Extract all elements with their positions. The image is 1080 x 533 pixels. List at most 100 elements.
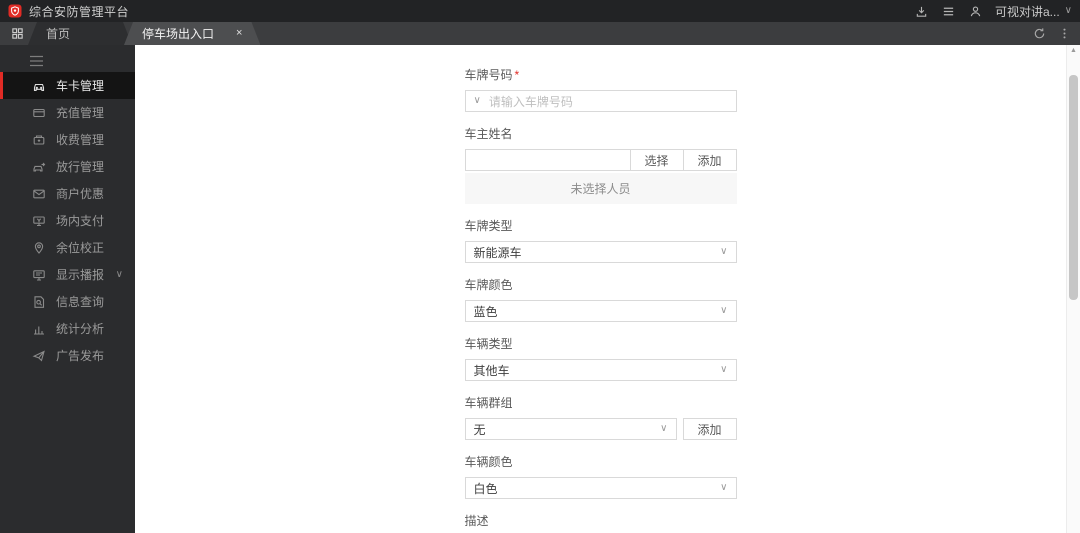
chevron-down-icon: ∨: [720, 482, 728, 493]
refresh-icon[interactable]: [1032, 26, 1047, 41]
vehicle-group-value: 无: [473, 422, 486, 437]
vehicle-group-add-button[interactable]: 添加: [682, 418, 737, 440]
info-query-icon: [32, 295, 46, 309]
sidebar-item-release-management[interactable]: 放行管理: [0, 153, 135, 180]
payment-icon: [32, 214, 46, 228]
user-menu[interactable]: 可视对讲a... ∨: [995, 3, 1072, 20]
plate-number-input[interactable]: ∨ 请输入车牌号码: [464, 90, 737, 112]
location-pin-icon: [32, 241, 46, 255]
recharge-card-icon: [32, 106, 46, 120]
display-icon: [32, 268, 46, 282]
chevron-down-icon: ∨: [720, 364, 728, 375]
chevron-down-icon: ∨: [1064, 5, 1072, 16]
tab-home[interactable]: 首页: [28, 22, 132, 45]
required-asterisk: *: [514, 68, 520, 82]
collapse-menu-icon[interactable]: [0, 51, 135, 71]
tab-parking-entrance[interactable]: 停车场出入口 ×: [124, 22, 260, 45]
scrollbar-thumb[interactable]: [1069, 75, 1078, 300]
vehicle-color-group: 车辆颜色 白色 ∨: [464, 453, 737, 499]
sidebar-item-info-query[interactable]: 信息查询: [0, 288, 135, 315]
app-title: 综合安防管理平台: [29, 4, 130, 19]
bar-chart-icon: [32, 322, 46, 336]
plate-number-group: 车牌号码 * ∨ 请输入车牌号码: [464, 66, 737, 112]
owner-name-input[interactable]: [464, 149, 631, 171]
sidebar-item-display-broadcast[interactable]: 显示播报 ∨: [0, 261, 135, 288]
grid-icon[interactable]: [0, 22, 34, 45]
chevron-down-icon[interactable]: ∨: [474, 96, 481, 106]
plate-color-value: 蓝色: [473, 304, 498, 319]
scroll-up-arrow-icon[interactable]: ▲: [1067, 47, 1080, 54]
vehicle-group-select[interactable]: 无 ∨: [464, 418, 677, 440]
vehicle-type-group: 车辆类型 其他车 ∨: [464, 335, 737, 381]
owner-add-button[interactable]: 添加: [682, 149, 737, 171]
plate-number-label: 车牌号码 *: [464, 68, 520, 82]
user-label: 可视对讲a...: [994, 4, 1060, 19]
description-label: 描述: [464, 514, 489, 528]
sidebar-menu: 车卡管理充值管理收费管理放行管理商户优惠场内支付余位校正显示播报 ∨ 信息查询统计分…: [0, 72, 135, 369]
sidebar-item-label: 充值管理: [56, 106, 105, 120]
vehicle-type-value: 其他车: [473, 363, 510, 378]
app-logo-icon: [8, 4, 22, 18]
vehicle-type-select[interactable]: 其他车 ∨: [464, 359, 737, 381]
no-person-selected-note: 未选择人员: [464, 173, 737, 204]
sidebar-item-vehicle-card-management[interactable]: 车卡管理: [0, 72, 135, 99]
plate-number-placeholder: 请输入车牌号码: [488, 94, 573, 109]
sidebar-item-label: 商户优惠: [56, 187, 105, 201]
sidebar-item-label: 统计分析: [56, 322, 105, 336]
tab-home-label: 首页: [46, 27, 71, 41]
tab-parking-entrance-label: 停车场出入口: [142, 27, 215, 41]
plate-color-label: 车牌颜色: [464, 278, 513, 292]
plate-type-group: 车牌类型 新能源车 ∨: [464, 217, 737, 263]
description-group: 描述: [465, 512, 737, 533]
kebab-menu-icon[interactable]: [1057, 26, 1072, 41]
download-icon[interactable]: [914, 4, 929, 19]
plate-color-group: 车牌颜色 蓝色 ∨: [464, 276, 737, 322]
chevron-down-icon: ∨: [720, 246, 728, 257]
sidebar-item-label: 场内支付: [56, 214, 105, 228]
vehicle-group-group: 车辆群组 无 ∨ 添加: [464, 394, 737, 440]
sidebar-item-label: 显示播报: [56, 268, 105, 282]
chevron-down-icon: ∨: [660, 423, 668, 434]
owner-select-button[interactable]: 选择: [629, 149, 684, 171]
top-bar: 综合安防管理平台 可视对讲a... ∨: [0, 0, 1080, 22]
car-card-icon: [32, 79, 46, 93]
sidebar-item-label: 广告发布: [56, 349, 105, 363]
vehicle-type-label: 车辆类型: [464, 337, 513, 351]
owner-name-label: 车主姓名: [464, 127, 513, 141]
tab-bar: 首页 停车场出入口 ×: [0, 22, 1080, 45]
sidebar-item-recharge-management[interactable]: 充值管理: [0, 99, 135, 126]
sidebar-item-label: 车卡管理: [56, 79, 105, 93]
sidebar-item-ad-publish[interactable]: 广告发布: [0, 342, 135, 369]
person-icon[interactable]: [968, 4, 983, 19]
sidebar-item-label: 信息查询: [56, 295, 105, 309]
sidebar-item-label: 放行管理: [56, 160, 105, 174]
plate-type-value: 新能源车: [473, 245, 522, 260]
sidebar: 车卡管理充值管理收费管理放行管理商户优惠场内支付余位校正显示播报 ∨ 信息查询统计分…: [0, 45, 135, 533]
vehicle-form: 车牌号码 * ∨ 请输入车牌号码 车主姓名 选择 添加 未选择人员 车牌类型 新…: [464, 66, 737, 533]
plate-type-label: 车牌类型: [464, 219, 513, 233]
vehicle-group-label: 车辆群组: [464, 396, 513, 410]
close-icon[interactable]: ×: [236, 28, 242, 39]
sidebar-item-in-park-payment[interactable]: 场内支付: [0, 207, 135, 234]
toll-icon: [32, 133, 46, 147]
plate-type-select[interactable]: 新能源车 ∨: [464, 241, 737, 263]
sidebar-item-space-correction[interactable]: 余位校正: [0, 234, 135, 261]
merchant-discount-icon: [32, 187, 46, 201]
sidebar-item-statistics-analysis[interactable]: 统计分析: [0, 315, 135, 342]
plate-color-select[interactable]: 蓝色 ∨: [464, 300, 737, 322]
vehicle-color-select[interactable]: 白色 ∨: [464, 477, 737, 499]
vehicle-color-label: 车辆颜色: [464, 455, 513, 469]
main-content: 车牌号码 * ∨ 请输入车牌号码 车主姓名 选择 添加 未选择人员 车牌类型 新…: [135, 45, 1080, 533]
paper-plane-icon: [32, 349, 46, 363]
sidebar-item-toll-management[interactable]: 收费管理: [0, 126, 135, 153]
release-icon: [32, 160, 46, 174]
chevron-down-icon: ∨: [115, 269, 123, 280]
vertical-scrollbar[interactable]: ▲: [1066, 45, 1080, 533]
sidebar-item-merchant-discount[interactable]: 商户优惠: [0, 180, 135, 207]
chevron-down-icon: ∨: [720, 305, 728, 316]
sidebar-item-label: 收费管理: [56, 133, 105, 147]
sidebar-item-label: 余位校正: [56, 241, 105, 255]
owner-name-group: 车主姓名 选择 添加 未选择人员: [464, 125, 737, 204]
list-icon[interactable]: [941, 4, 956, 19]
vehicle-color-value: 白色: [473, 481, 498, 496]
